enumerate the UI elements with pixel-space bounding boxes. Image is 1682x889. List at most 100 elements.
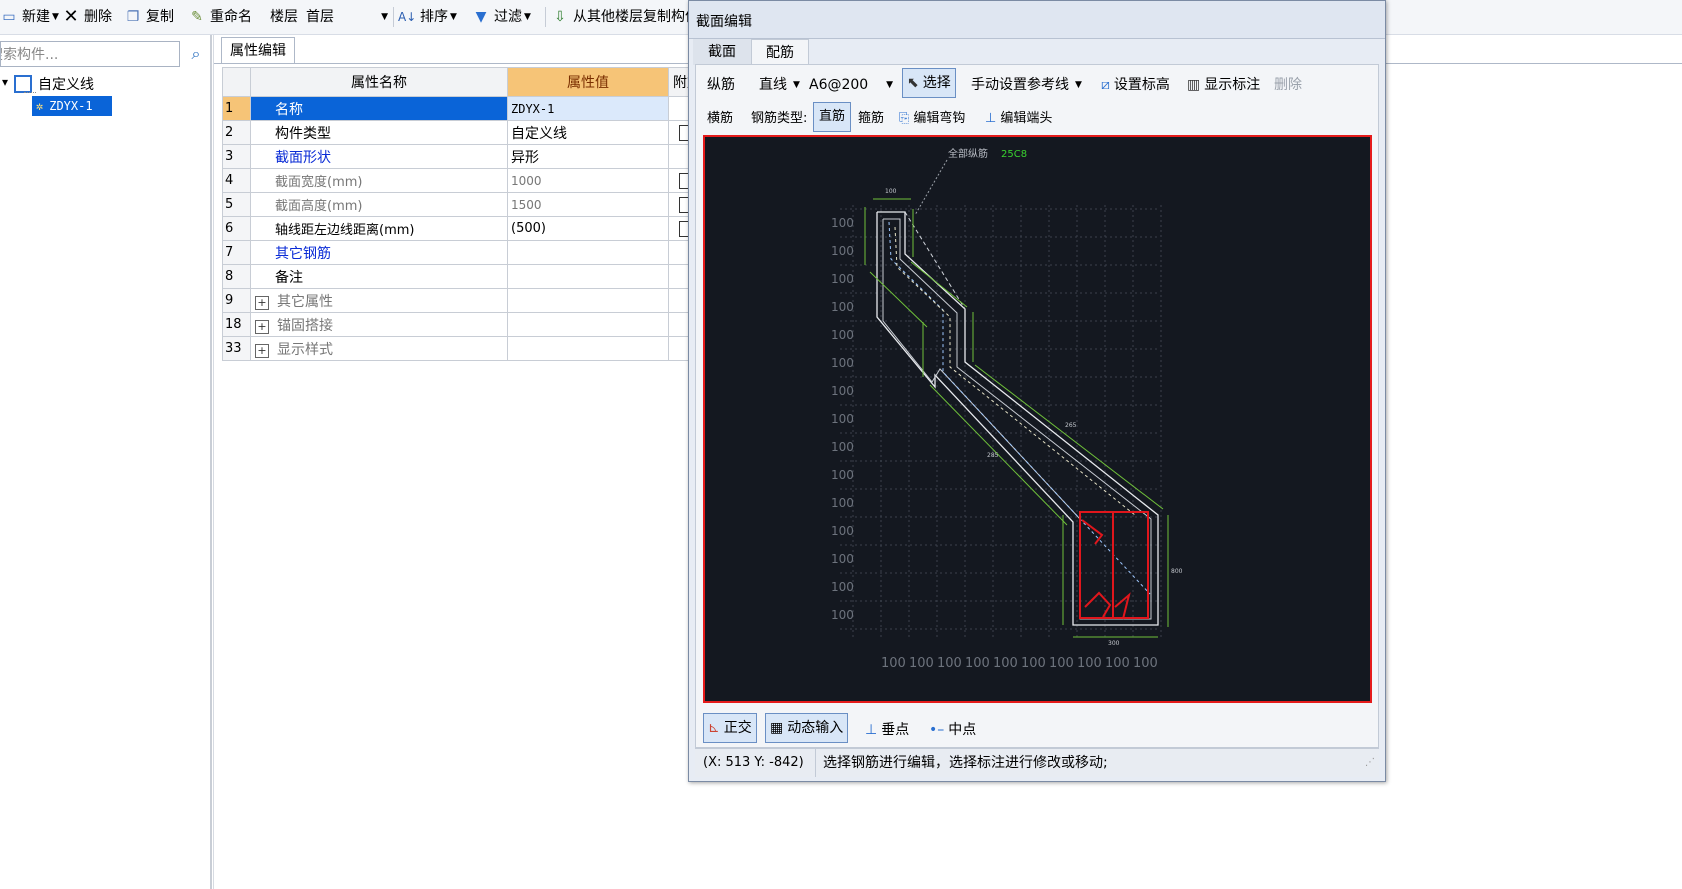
tab-section[interactable]: 截面 — [693, 39, 751, 65]
sort-button[interactable]: A↓ 排序 ▼ — [398, 0, 457, 34]
filter-button[interactable]: ▼ 过滤 ▼ — [472, 0, 531, 34]
resize-grip-icon[interactable]: ⋰ — [1365, 749, 1375, 777]
row-number: 33 — [222, 336, 251, 361]
grid-tick-label: 100 — [831, 384, 854, 398]
annotation-value[interactable]: 25C8 — [1001, 149, 1027, 160]
dialog-title[interactable]: 截面编辑 — [689, 1, 1385, 39]
table-row[interactable]: 9 + 其它属性 — [222, 288, 706, 313]
edit-end-button[interactable]: ⊥ 编辑端头 — [985, 105, 1052, 133]
expand-plus-icon[interactable]: + — [255, 319, 269, 334]
section-outline[interactable] — [876, 211, 1159, 626]
filter-icon: ▼ — [475, 9, 487, 25]
rebar-dashed-line[interactable] — [888, 221, 1151, 595]
dim-diagonal-short[interactable]: 285 — [987, 452, 999, 459]
header-name[interactable]: 属性名称 — [250, 67, 508, 97]
row-value — [507, 336, 669, 361]
row-value[interactable] — [507, 240, 669, 265]
grid-tick-label: 100 — [1133, 656, 1158, 671]
row-name: 截面高度(mm) — [250, 192, 508, 217]
stirrup-button[interactable]: 箍筋 — [858, 105, 884, 133]
edit-hook-button[interactable]: ⎘ 编辑弯钩 — [899, 105, 965, 133]
row-value[interactable]: 1500 — [507, 192, 669, 217]
table-row[interactable]: 3 截面形状 异形 — [222, 144, 706, 169]
tree-item-selected[interactable]: ✲ ZDYX-1 — [32, 96, 112, 116]
select-button[interactable]: ⬉ 选择 — [902, 68, 956, 98]
row-value[interactable]: ZDYX-1 — [507, 96, 669, 121]
table-row[interactable]: 2 构件类型 自定义线 — [222, 120, 706, 145]
row-number: 4 — [222, 168, 251, 193]
header-value[interactable]: 属性值 — [507, 67, 669, 97]
table-row[interactable]: 4 截面宽度(mm) 1000 — [222, 168, 706, 193]
select-label: 选择 — [922, 75, 951, 91]
close-icon: ✕ — [63, 6, 79, 27]
mid-label: 中点 — [948, 722, 977, 738]
ortho-toggle[interactable]: ⊾ 正交 — [703, 713, 757, 743]
edit-end-label: 编辑端头 — [1000, 111, 1053, 126]
straight-rebar-button[interactable]: 直筋 — [813, 102, 852, 132]
row-value[interactable] — [507, 264, 669, 289]
set-elevation-button[interactable]: ⧄ 设置标高 — [1101, 71, 1170, 99]
perpendicular-snap-button[interactable]: ⊥ 垂点 — [865, 716, 909, 744]
grid-tick-label: 100 — [831, 244, 854, 258]
new-icon: ▭ — [2, 9, 16, 25]
delete-button-disabled[interactable]: 删除 — [1274, 71, 1302, 99]
row-name-cell: + 锚固搭接 — [250, 312, 508, 337]
section-drawing[interactable]: 全部纵筋 25C8 100 800 300 265 285 100 100 10… — [705, 137, 1370, 701]
dynamic-input-toggle[interactable]: ▦ 动态输入 — [765, 713, 849, 743]
tab-property-edit[interactable]: 属性编辑 — [221, 37, 295, 64]
copy-from-floor-label: 从其他楼层复制构件 — [573, 9, 699, 25]
chevron-down-icon: ▼ — [1075, 80, 1082, 90]
dim-bottom-width[interactable]: 300 — [1108, 640, 1120, 647]
annotation-label[interactable]: 全部纵筋 — [948, 147, 988, 160]
new-button[interactable]: ▭ 新建 ▼ — [0, 0, 59, 34]
section-canvas[interactable]: 全部纵筋 25C8 100 800 300 265 285 100 100 10… — [703, 135, 1372, 703]
show-dimension-button[interactable]: ▥ 显示标注 — [1187, 71, 1260, 99]
table-row[interactable]: 33 + 显示样式 — [222, 336, 706, 361]
grid-tick-label: 100 — [831, 412, 854, 426]
copy-label: 复制 — [146, 9, 174, 25]
search-input[interactable]: 搜索构件... — [0, 41, 180, 67]
copy-from-floor-button[interactable]: ⇩ 从其他楼层复制构件 — [551, 0, 699, 34]
stirrup-rebar[interactable] — [1079, 511, 1149, 620]
table-row[interactable]: 18 + 锚固搭接 — [222, 312, 706, 337]
row-number: 6 — [222, 216, 251, 241]
coords-readout: (X: 513 Y: -842) — [703, 755, 804, 770]
tree-connector — [24, 92, 36, 94]
manual-ref-label: 手动设置参考线 — [971, 77, 1069, 93]
expand-plus-icon[interactable]: + — [255, 343, 269, 358]
table-row[interactable]: 1 名称 ZDYX-1 — [222, 96, 706, 121]
row-value[interactable]: 自定义线 — [507, 120, 669, 145]
grid-tick-label: 100 — [937, 656, 962, 671]
row-name: 构件类型 — [250, 120, 508, 145]
floor-select[interactable]: 首层 ▼ — [306, 0, 388, 34]
sort-label: 排序 — [420, 9, 448, 25]
copy-button[interactable]: ❐ 复制 — [124, 0, 174, 34]
dim-top-width[interactable]: 100 — [885, 188, 897, 195]
expand-plus-icon[interactable]: + — [255, 295, 269, 310]
row-value[interactable]: 1000 — [507, 168, 669, 193]
table-row[interactable]: 5 截面高度(mm) 1500 — [222, 192, 706, 217]
row-value[interactable]: 异形 — [507, 144, 669, 169]
row-number: 7 — [222, 240, 251, 265]
manual-ref-line-button[interactable]: 手动设置参考线 ▼ — [971, 71, 1082, 99]
dim-diagonal-long[interactable]: 265 — [1065, 422, 1077, 429]
ortho-icon: ⊾ — [708, 720, 720, 736]
line-mode-value: 直线 — [759, 77, 787, 93]
tab-rebar[interactable]: 配筋 — [751, 39, 809, 65]
table-row[interactable]: 6 轴线距左边线距离(mm) (500) — [222, 216, 706, 241]
midpoint-snap-button[interactable]: •– 中点 — [929, 716, 976, 744]
row-value[interactable]: (500) — [507, 216, 669, 241]
table-row[interactable]: 8 备注 — [222, 264, 706, 289]
table-row[interactable]: 7 其它钢筋 — [222, 240, 706, 265]
toolbar-divider — [545, 7, 546, 27]
tree-root-label[interactable]: 自定义线 — [38, 74, 94, 94]
line-mode-select[interactable]: 直线 ▼ — [759, 71, 800, 99]
search-icon[interactable]: ⌕ — [184, 41, 208, 67]
delete-button[interactable]: ✕ 删除 — [62, 0, 112, 34]
tree-expand-icon[interactable]: ▾ — [2, 75, 8, 89]
rebar-spec-input[interactable]: A6@200 ▼ — [809, 71, 893, 99]
grid-tick-label: 100 — [1077, 656, 1102, 671]
rename-button[interactable]: ✎ 重命名 — [188, 0, 252, 34]
row-name: 锚固搭接 — [277, 317, 333, 334]
dim-right-height[interactable]: 800 — [1171, 568, 1183, 575]
